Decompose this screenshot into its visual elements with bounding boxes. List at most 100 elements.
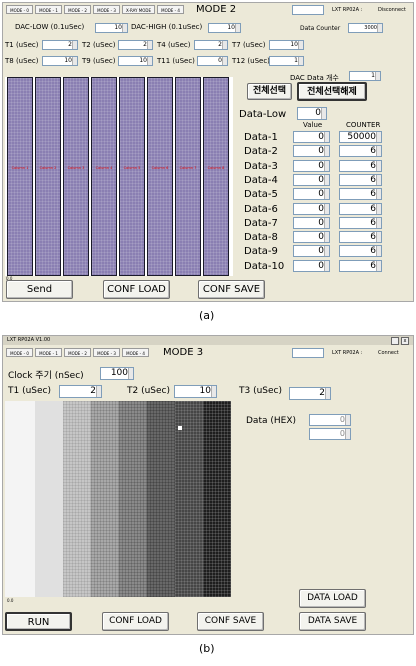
t1-spinner[interactable]: 2 (59, 385, 102, 398)
data-low-label: Data-Low (239, 109, 287, 120)
connection-status: Connect (378, 350, 399, 356)
data-counter-spinner[interactable]: 6 (339, 173, 382, 186)
gradient-stripe (175, 401, 203, 597)
data-value-spinner[interactable]: 0 (293, 145, 330, 158)
tab-mode-3[interactable]: MODE - 3 (93, 5, 120, 14)
send-button[interactable]: Send (6, 280, 73, 299)
dac-low-label: DAC-LOW (0.1uSec) (15, 23, 85, 31)
minimize-icon[interactable] (391, 337, 399, 345)
clock-label: Clock 주기 (nSec) (8, 371, 84, 381)
t2-spinner[interactable]: 2 (118, 40, 153, 50)
hex-spinner-1[interactable]: 0 (309, 414, 351, 426)
tab-mode-0[interactable]: MODE - 0 (6, 348, 33, 357)
tab-mode-3[interactable]: MODE - 3 (93, 348, 120, 357)
data-row-label: Data-2 (244, 146, 278, 158)
dac-low-spinner[interactable]: 10 (95, 23, 128, 33)
t7-spinner[interactable]: 10 (269, 40, 304, 50)
data-value-spinner[interactable]: 0 (293, 202, 330, 215)
tab-xray-mode[interactable]: X-RAY MODE (122, 5, 155, 14)
gradient-stripe (35, 401, 63, 597)
plot-column: Column 6 (147, 77, 173, 276)
data-counter-spinner[interactable]: 6 (339, 216, 382, 229)
t1-spinner[interactable]: 2 (42, 40, 78, 50)
mode-title: MODE 3 (163, 347, 204, 358)
t11-spinner[interactable]: 0 (197, 56, 228, 66)
plot-column: Column 3 (63, 77, 89, 276)
t2-label: T2 (uSec) (82, 41, 116, 49)
conf-load-button[interactable]: CONF LOAD (103, 280, 170, 299)
column-label: Column 3 (67, 166, 85, 170)
caption-a: (a) (199, 309, 215, 322)
data-row-label: Data-8 (244, 232, 278, 244)
t4-spinner[interactable]: 2 (194, 40, 228, 50)
data-row-label: Data-1 (244, 132, 278, 143)
dac-count-spinner[interactable]: 1 (349, 71, 381, 81)
caption-b: (b) (199, 642, 215, 655)
conf-save-button[interactable]: CONF SAVE (198, 280, 265, 299)
data-value-spinner[interactable]: 0 (293, 259, 330, 272)
t12-spinner[interactable]: 1 (269, 56, 304, 66)
data-save-button[interactable]: DATA SAVE (299, 612, 366, 631)
deselect-all-button[interactable]: 전체선택해제 (297, 82, 367, 101)
data-counter-spinner[interactable]: 6 (339, 231, 382, 244)
tab-mode-4[interactable]: MODE - 4 (157, 5, 184, 14)
data-counter-spinner[interactable]: 3000 (348, 23, 383, 33)
data-value-spinner[interactable]: 0 (293, 245, 330, 258)
tab-mode-1[interactable]: MODE - 1 (35, 5, 62, 14)
data-row-label: Data-5 (244, 189, 278, 201)
close-icon[interactable]: x (401, 337, 409, 345)
column-label: Column 7 (179, 166, 197, 170)
t2-label: T2 (uSec) (127, 386, 171, 396)
data-value-spinner[interactable]: 0 (293, 231, 330, 244)
data-value-spinner[interactable]: 0 (293, 216, 330, 229)
mode-title: MODE 2 (196, 4, 237, 15)
data-value-spinner[interactable]: 0 (293, 159, 330, 172)
select-all-button[interactable]: 전체선택 (247, 83, 292, 100)
data-row-label: Data-3 (244, 160, 278, 172)
data-counter-spinner[interactable]: 6 (339, 259, 382, 272)
tab-mode-1[interactable]: MODE - 1 (35, 348, 62, 357)
t12-label: T12 (uSec) (232, 57, 270, 65)
data-counter-spinner[interactable]: 6 (339, 188, 382, 201)
t8-spinner[interactable]: 10 (42, 56, 78, 66)
data-counter-spinner[interactable]: 6 (339, 202, 382, 215)
data-low-spinner[interactable]: 0 (297, 107, 327, 120)
tab-mode-2[interactable]: MODE - 2 (64, 5, 91, 14)
data-counter-spinner[interactable]: 6 (339, 245, 382, 258)
data-counter-spinner[interactable]: 50000 (339, 131, 382, 143)
t11-label: T11 (uSec) (157, 57, 195, 65)
run-button[interactable]: RUN (5, 612, 72, 631)
data-counter-spinner[interactable]: 6 (339, 159, 382, 172)
t9-spinner[interactable]: 10 (118, 56, 153, 66)
data-load-button[interactable]: DATA LOAD (299, 589, 366, 608)
conf-save-button[interactable]: CONF SAVE (197, 612, 264, 631)
t3-spinner[interactable]: 2 (289, 387, 331, 400)
data-value-spinner[interactable]: 0 (293, 188, 330, 201)
gradient-plot: 0.0 (5, 401, 233, 603)
data-value-spinner[interactable]: 0 (293, 131, 330, 143)
gradient-stripe (5, 401, 35, 597)
conf-load-button[interactable]: CONF LOAD (102, 612, 169, 631)
window-title-bar: LXT RP02A V1.00 x (3, 336, 413, 345)
hex-spinner-2[interactable]: 0 (309, 428, 351, 440)
mode3-window: LXT RP02A V1.00 x MODE - 0 MODE - 1 MODE… (2, 335, 414, 635)
gradient-stripe (119, 401, 147, 597)
dac-high-spinner[interactable]: 10 (208, 23, 241, 33)
waveform-plot: Column 1 Column 2 Column 3 Column 4 Colu… (5, 77, 233, 281)
tab-mode-4[interactable]: MODE - 4 (122, 348, 149, 357)
tab-mode-0[interactable]: MODE - 0 (6, 5, 33, 14)
data-row-label: Data-7 (244, 217, 278, 229)
t9-label: T9 (uSec) (82, 57, 116, 65)
gradient-stripe (147, 401, 175, 597)
data-counter-spinner[interactable]: 6 (339, 145, 382, 158)
data-row-label: Data-10 (244, 260, 285, 272)
clock-spinner[interactable]: 100 (100, 367, 134, 380)
t4-label: T4 (uSec) (157, 41, 191, 49)
gradient-stripe (203, 401, 231, 597)
data-value-spinner[interactable]: 0 (293, 173, 330, 186)
column-label: Column 2 (39, 166, 57, 170)
status-indicator (292, 5, 324, 15)
plot-corner-value: 0.0 (7, 598, 14, 603)
t2-spinner[interactable]: 10 (174, 385, 217, 398)
tab-mode-2[interactable]: MODE - 2 (64, 348, 91, 357)
